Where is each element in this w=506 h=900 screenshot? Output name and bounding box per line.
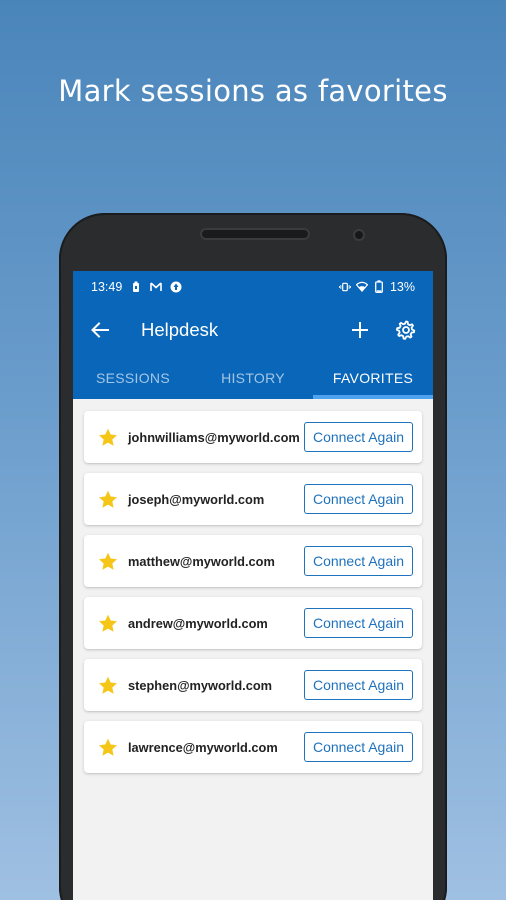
wifi-icon bbox=[355, 281, 368, 293]
battery-saver-icon bbox=[130, 281, 142, 293]
gmail-icon bbox=[150, 281, 163, 293]
favorite-email: andrew@myworld.com bbox=[128, 615, 268, 631]
app-title: Helpdesk bbox=[141, 318, 219, 340]
tab-sessions[interactable]: SESSIONS bbox=[73, 357, 193, 399]
battery-icon bbox=[373, 280, 385, 293]
battery-percent: 13% bbox=[389, 279, 415, 294]
back-arrow-icon[interactable] bbox=[89, 319, 111, 341]
status-time: 13:49 bbox=[91, 279, 123, 294]
star-icon[interactable] bbox=[98, 675, 118, 695]
connect-again-button[interactable]: Connect Again bbox=[304, 608, 413, 638]
star-icon[interactable] bbox=[98, 489, 118, 509]
star-icon[interactable] bbox=[98, 551, 118, 571]
favorite-email: matthew@myworld.com bbox=[128, 553, 275, 569]
phone-speaker bbox=[200, 228, 310, 240]
vpn-icon bbox=[170, 281, 182, 293]
vibrate-icon bbox=[338, 281, 351, 293]
add-icon[interactable] bbox=[349, 319, 371, 341]
favorite-email: johnwilliams@myworld.com bbox=[128, 429, 300, 445]
phone-screen: 13:49 13% Helpdesk SESSIONS HISTORY FAVO… bbox=[73, 271, 433, 900]
connect-again-button[interactable]: Connect Again bbox=[304, 422, 413, 452]
list-item: joseph@myworld.com Connect Again bbox=[84, 473, 422, 525]
connect-again-button[interactable]: Connect Again bbox=[304, 484, 413, 514]
list-item: johnwilliams@myworld.com Connect Again bbox=[84, 411, 422, 463]
phone-camera bbox=[353, 229, 365, 241]
favorite-email: stephen@myworld.com bbox=[128, 677, 273, 693]
list-item: matthew@myworld.com Connect Again bbox=[84, 535, 422, 587]
list-item: stephen@myworld.com Connect Again bbox=[84, 659, 422, 711]
favorites-list: johnwilliams@myworld.com Connect Again j… bbox=[73, 399, 433, 773]
settings-icon[interactable] bbox=[395, 319, 417, 341]
tab-bar: SESSIONS HISTORY FAVORITES bbox=[73, 357, 433, 399]
promo-headline: Mark sessions as favorites bbox=[58, 74, 448, 108]
app-bar: Helpdesk bbox=[73, 302, 433, 357]
star-icon[interactable] bbox=[98, 427, 118, 447]
tab-history[interactable]: HISTORY bbox=[193, 357, 313, 399]
list-item: lawrence@myworld.com Connect Again bbox=[84, 721, 422, 773]
star-icon[interactable] bbox=[98, 613, 118, 633]
list-item: andrew@myworld.com Connect Again bbox=[84, 597, 422, 649]
favorite-email: lawrence@myworld.com bbox=[128, 739, 278, 755]
status-bar: 13:49 13% bbox=[73, 271, 433, 302]
favorite-email: joseph@myworld.com bbox=[128, 491, 265, 507]
connect-again-button[interactable]: Connect Again bbox=[304, 732, 413, 762]
connect-again-button[interactable]: Connect Again bbox=[304, 546, 413, 576]
tab-favorites[interactable]: FAVORITES bbox=[313, 357, 433, 399]
star-icon[interactable] bbox=[98, 737, 118, 757]
connect-again-button[interactable]: Connect Again bbox=[304, 670, 413, 700]
